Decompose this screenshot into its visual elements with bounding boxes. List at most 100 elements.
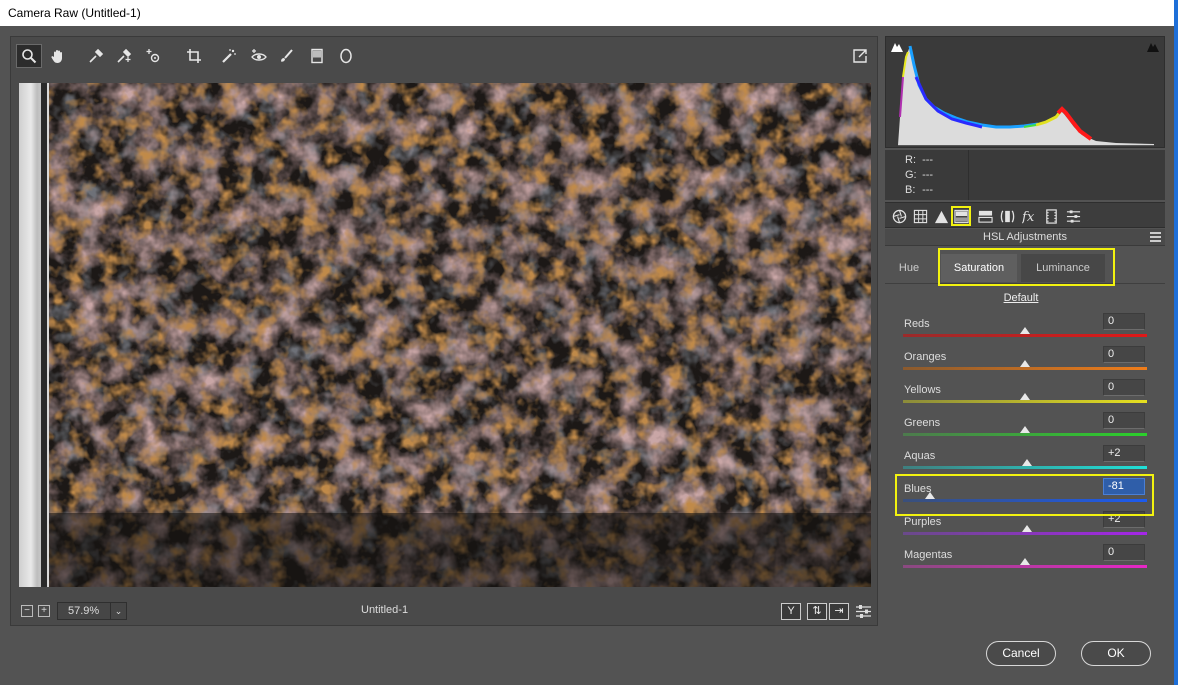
adjustment-brush-tool-button[interactable]: [273, 44, 299, 68]
zoom-tool-button[interactable]: [16, 44, 42, 68]
adjustment-brush-icon: [281, 49, 293, 62]
preferences-button[interactable]: [847, 44, 873, 68]
panel-tab-strip: fx: [885, 202, 1165, 228]
tab-basic[interactable]: [889, 206, 909, 226]
tab-detail[interactable]: [931, 206, 951, 226]
slider-value-field[interactable]: 0: [1103, 346, 1145, 363]
window-titlebar: Camera Raw (Untitled-1): [0, 0, 1178, 685]
slider-thumb[interactable]: [1020, 558, 1030, 565]
swap-settings-button[interactable]: ⇅: [807, 603, 827, 620]
tab-hsl[interactable]: [951, 206, 971, 226]
tab-camera-calibration[interactable]: [1041, 206, 1061, 226]
cancel-button[interactable]: Cancel: [986, 641, 1056, 666]
readout-area: [969, 150, 1165, 200]
slider-value-field[interactable]: 0: [1103, 412, 1145, 429]
slider-thumb[interactable]: [1020, 360, 1030, 367]
shadow-clipping-button[interactable]: [890, 41, 904, 53]
slider-value-field[interactable]: 0: [1103, 544, 1145, 561]
white-balance-tool-button[interactable]: [83, 44, 109, 68]
zoom-in-button[interactable]: +: [38, 605, 50, 617]
hsl-icon: [953, 209, 969, 223]
tab-effects[interactable]: fx: [1019, 206, 1039, 226]
slider-track[interactable]: [903, 466, 1147, 469]
highlight-box-tabs: [938, 248, 1115, 286]
aperture-icon: [892, 209, 906, 223]
slider-track[interactable]: [903, 334, 1147, 337]
highlight-box-blues: [895, 474, 1154, 516]
lens-icon: [1000, 210, 1014, 222]
slider-row-magentas: Magentas 0: [903, 544, 1147, 582]
tab-presets[interactable]: [1063, 206, 1083, 226]
zoom-icon: [22, 49, 37, 64]
g-value: ---: [922, 169, 934, 181]
histogram: [885, 36, 1165, 148]
slider-value-field[interactable]: +2: [1103, 445, 1145, 462]
toolbar: [11, 37, 879, 75]
radial-filter-icon: [340, 48, 352, 64]
default-link[interactable]: Default: [885, 292, 1157, 304]
slider-track[interactable]: [903, 367, 1147, 370]
mountain-icon: [934, 210, 948, 223]
slider-thumb[interactable]: [1020, 327, 1030, 334]
slider-thumb[interactable]: [1020, 426, 1030, 433]
white-balance-icon: [89, 48, 104, 63]
fx-icon: fx: [1022, 210, 1035, 224]
targeted-adjustment-icon: [146, 49, 160, 63]
slider-thumb[interactable]: [1020, 393, 1030, 400]
red-eye-tool-button[interactable]: [246, 44, 272, 68]
color-sampler-tool-button[interactable]: [111, 44, 137, 68]
slider-label: Greens: [904, 417, 941, 429]
image-left-edge: [19, 83, 49, 587]
g-label: G:: [905, 169, 917, 181]
hand-tool-button[interactable]: [45, 44, 71, 68]
slider-label: Yellows: [904, 384, 941, 396]
color-sampler-icon: [117, 48, 132, 63]
sliders-icon: [1066, 209, 1080, 223]
sliders-icon: [856, 605, 871, 618]
slider-label: Aquas: [904, 450, 936, 462]
ok-button[interactable]: OK: [1081, 641, 1151, 666]
export-icon: [853, 49, 867, 63]
film-icon: [1045, 208, 1057, 224]
slider-label: Purples: [904, 516, 942, 528]
highlight-clip-icon: [1147, 43, 1159, 52]
copy-settings-button[interactable]: ⇥: [829, 603, 849, 620]
r-value: ---: [922, 154, 934, 166]
before-after-view-button[interactable]: Y: [781, 603, 801, 620]
tab-lens-corrections[interactable]: [997, 206, 1017, 226]
graduated-filter-tool-button[interactable]: [304, 44, 330, 68]
red-eye-icon: [251, 49, 267, 61]
zoom-level-select[interactable]: 57.9% ⌄: [57, 602, 127, 620]
slider-thumb[interactable]: [1022, 459, 1033, 466]
radial-filter-tool-button[interactable]: [333, 44, 359, 68]
slider-track[interactable]: [903, 565, 1147, 568]
graduated-filter-icon: [311, 48, 323, 64]
slider-label: Oranges: [904, 351, 947, 363]
split-toning-icon: [977, 210, 993, 223]
tab-split-toning[interactable]: [975, 206, 995, 226]
slider-track[interactable]: [903, 532, 1147, 535]
slider-value-field[interactable]: 0: [1103, 313, 1145, 330]
targeted-adjustment-tool-button[interactable]: [141, 44, 167, 68]
slider-track[interactable]: [903, 400, 1147, 403]
crop-icon: [187, 49, 201, 63]
zoom-level-value: 57.9%: [68, 605, 100, 617]
status-bar: − + 57.9% ⌄ Untitled-1 Y ⇅ ⇥: [11, 599, 879, 625]
crop-tool-button[interactable]: [181, 44, 207, 68]
rgb-readout: R: --- G: --- B: ---: [885, 150, 969, 200]
slider-track[interactable]: [903, 433, 1147, 436]
panel-menu-icon[interactable]: [1150, 232, 1161, 242]
slider-value-field[interactable]: 0: [1103, 379, 1145, 396]
image-preview[interactable]: [19, 83, 871, 587]
zoom-out-button[interactable]: −: [21, 605, 33, 617]
chevron-down-icon: ⌄: [110, 603, 126, 619]
slider-thumb[interactable]: [1022, 525, 1033, 532]
adjustment-panel: R: --- G: --- B: --- fx HSL Adjustments …: [885, 36, 1165, 626]
panel-title-bar: HSL Adjustments: [885, 229, 1165, 246]
r-label: R:: [905, 154, 916, 166]
spot-removal-tool-button[interactable]: [216, 44, 242, 68]
tab-hue[interactable]: Hue: [889, 254, 929, 282]
tab-tone-curve[interactable]: [910, 206, 930, 226]
highlight-clipping-button[interactable]: [1146, 41, 1160, 53]
toggle-settings-button[interactable]: [855, 603, 872, 620]
